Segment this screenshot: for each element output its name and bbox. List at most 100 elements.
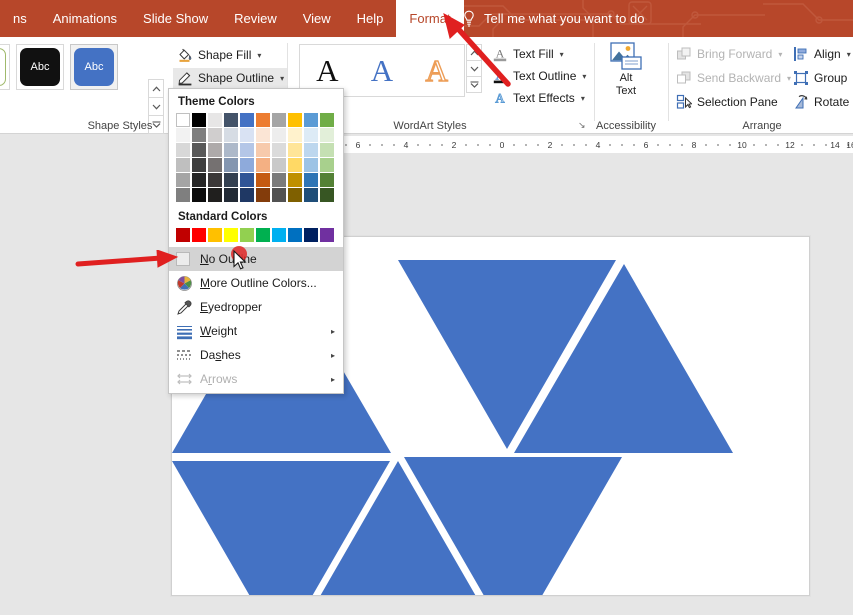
- color-swatch[interactable]: [288, 158, 302, 172]
- color-swatch[interactable]: [256, 188, 270, 202]
- color-swatch[interactable]: [320, 158, 334, 172]
- wordart-style-orange[interactable]: A: [425, 54, 449, 86]
- shape-styles-gallery[interactable]: Abc Abc Abc: [0, 44, 118, 90]
- tab-format[interactable]: Format: [396, 0, 464, 37]
- color-swatch[interactable]: [176, 143, 190, 157]
- color-swatch[interactable]: [288, 188, 302, 202]
- menu-item-dashes[interactable]: Dashes ▸: [169, 343, 343, 367]
- color-swatch[interactable]: [224, 143, 238, 157]
- scroll-up-button[interactable]: [148, 79, 164, 98]
- color-swatch[interactable]: [176, 228, 190, 242]
- shape-style-dark[interactable]: Abc: [16, 44, 64, 90]
- color-swatch[interactable]: [288, 228, 302, 242]
- color-swatch[interactable]: [320, 173, 334, 187]
- group-button[interactable]: Group ▾: [789, 68, 853, 88]
- color-swatch[interactable]: [240, 188, 254, 202]
- color-swatch[interactable]: [192, 113, 206, 127]
- shape-style-light[interactable]: Abc: [0, 44, 10, 90]
- color-swatch[interactable]: [192, 143, 206, 157]
- color-swatch[interactable]: [240, 143, 254, 157]
- selection-pane-button[interactable]: Selection Pane: [672, 92, 782, 112]
- color-swatch[interactable]: [304, 188, 318, 202]
- tab-animations[interactable]: Animations: [40, 0, 130, 37]
- color-swatch[interactable]: [320, 228, 334, 242]
- alt-text-button[interactable]: Alt Text: [604, 42, 648, 98]
- color-swatch[interactable]: [176, 188, 190, 202]
- wordart-scroll-spinner[interactable]: [466, 44, 482, 93]
- color-swatch[interactable]: [240, 158, 254, 172]
- color-swatch[interactable]: [224, 228, 238, 242]
- ribbon-tabs[interactable]: ns Animations Slide Show Review View Hel…: [0, 0, 464, 37]
- color-swatch[interactable]: [192, 128, 206, 142]
- menu-item-weight[interactable]: Weight ▸: [169, 319, 343, 343]
- color-swatch[interactable]: [304, 128, 318, 142]
- shape-outline-button[interactable]: Shape Outline ▾: [173, 68, 289, 88]
- color-swatch[interactable]: [224, 173, 238, 187]
- scroll-down-button[interactable]: [148, 97, 164, 116]
- color-swatch[interactable]: [304, 143, 318, 157]
- color-swatch[interactable]: [224, 158, 238, 172]
- color-swatch[interactable]: [288, 143, 302, 157]
- color-swatch[interactable]: [320, 188, 334, 202]
- color-swatch[interactable]: [272, 128, 286, 142]
- color-swatch[interactable]: [240, 228, 254, 242]
- color-swatch[interactable]: [192, 228, 206, 242]
- color-swatch[interactable]: [304, 113, 318, 127]
- shape-fill-button[interactable]: Shape Fill ▾: [173, 45, 265, 65]
- color-swatch[interactable]: [288, 173, 302, 187]
- scroll-up-button[interactable]: [466, 44, 482, 61]
- menu-item-no-outline[interactable]: No Outline: [169, 247, 343, 271]
- color-swatch[interactable]: [240, 128, 254, 142]
- color-swatch[interactable]: [176, 113, 190, 127]
- color-swatch[interactable]: [208, 113, 222, 127]
- color-swatch[interactable]: [272, 173, 286, 187]
- color-swatch[interactable]: [256, 158, 270, 172]
- color-swatch[interactable]: [208, 228, 222, 242]
- color-swatch[interactable]: [192, 188, 206, 202]
- tab-review[interactable]: Review: [221, 0, 290, 37]
- scroll-down-button[interactable]: [466, 60, 482, 77]
- menu-item-eyedropper[interactable]: Eyedropper: [169, 295, 343, 319]
- shape-outline-dropdown-menu[interactable]: Theme Colors Standard Colors No More Out…: [168, 88, 344, 394]
- tab-transitions[interactable]: ns: [0, 0, 40, 37]
- color-swatch[interactable]: [240, 173, 254, 187]
- color-swatch[interactable]: [224, 128, 238, 142]
- color-swatch[interactable]: [240, 113, 254, 127]
- color-swatch[interactable]: [208, 188, 222, 202]
- color-swatch[interactable]: [208, 158, 222, 172]
- color-swatch[interactable]: [272, 113, 286, 127]
- theme-colors-grid[interactable]: [169, 113, 343, 202]
- tell-me-search[interactable]: Tell me what you want to do: [462, 0, 644, 37]
- more-wordart-styles-button[interactable]: [466, 76, 482, 93]
- rotate-button[interactable]: Rotate ▾: [789, 92, 853, 112]
- color-swatch[interactable]: [256, 113, 270, 127]
- horizontal-ruler[interactable]: 6 4 2 0 2 4 6 8 10 12 14 16: [308, 136, 853, 153]
- color-swatch[interactable]: [256, 173, 270, 187]
- color-swatch[interactable]: [304, 228, 318, 242]
- bring-forward-button[interactable]: Bring Forward ▾: [672, 44, 786, 64]
- color-swatch[interactable]: [256, 143, 270, 157]
- color-swatch[interactable]: [224, 188, 238, 202]
- color-swatch[interactable]: [256, 128, 270, 142]
- color-swatch[interactable]: [208, 173, 222, 187]
- color-swatch[interactable]: [272, 188, 286, 202]
- wordart-style-blue[interactable]: A: [371, 55, 393, 86]
- color-swatch[interactable]: [288, 128, 302, 142]
- color-swatch[interactable]: [192, 158, 206, 172]
- color-swatch[interactable]: [304, 173, 318, 187]
- color-swatch[interactable]: [272, 158, 286, 172]
- text-outline-button[interactable]: A Text Outline ▾: [488, 66, 590, 86]
- color-swatch[interactable]: [320, 113, 334, 127]
- tab-slide-show[interactable]: Slide Show: [130, 0, 221, 37]
- menu-item-more-outline-colors[interactable]: More Outline Colors...: [169, 271, 343, 295]
- color-swatch[interactable]: [176, 173, 190, 187]
- shape-style-blue-selected[interactable]: Abc: [70, 44, 118, 90]
- text-effects-button[interactable]: A Text Effects ▾: [488, 88, 589, 108]
- color-swatch[interactable]: [272, 228, 286, 242]
- color-swatch[interactable]: [256, 228, 270, 242]
- color-swatch[interactable]: [224, 113, 238, 127]
- color-swatch[interactable]: [320, 128, 334, 142]
- color-swatch[interactable]: [288, 113, 302, 127]
- tab-help[interactable]: Help: [344, 0, 397, 37]
- color-swatch[interactable]: [272, 143, 286, 157]
